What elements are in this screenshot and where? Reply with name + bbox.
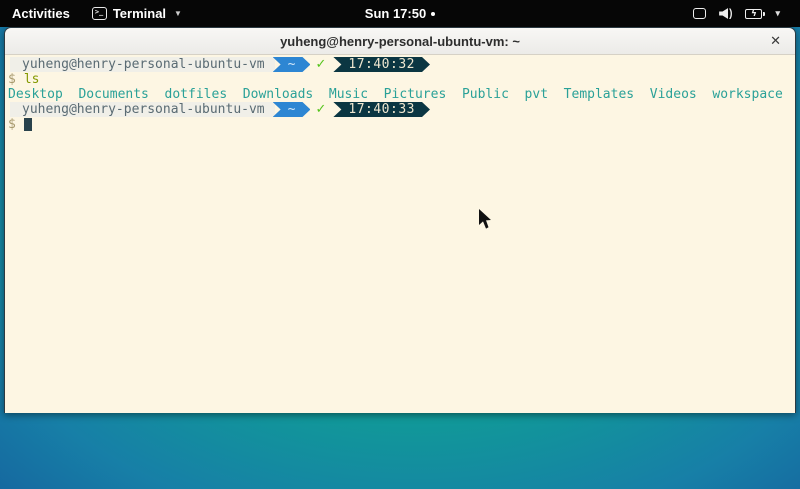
prompt-line: yuheng@henry-personal-ubuntu-vm ~ ✓ 17:4…: [5, 102, 795, 117]
terminal-window: yuheng@henry-personal-ubuntu-vm: ~ ✕ yuh…: [4, 27, 796, 413]
speaker-wave-icon: ): [729, 7, 732, 19]
directory-name: dotfiles: [165, 87, 228, 102]
directory-name: pvt: [525, 87, 548, 102]
chevron-down-icon: ▼: [174, 9, 182, 18]
directory-name: Downloads: [243, 87, 313, 102]
command-line-active[interactable]: $: [5, 117, 795, 132]
volume-icon: ): [719, 8, 732, 19]
prompt-cwd-segment: ~: [273, 102, 311, 117]
prompt-status-check-icon: ✓: [310, 102, 333, 117]
prompt-line: yuheng@henry-personal-ubuntu-vm ~ ✓ 17:4…: [5, 57, 795, 72]
directory-name: Videos: [650, 87, 697, 102]
directory-name: Templates: [564, 87, 634, 102]
top-bar-left: Activities >_ Terminal ▼: [0, 0, 192, 27]
directory-name: workspace: [712, 87, 782, 102]
terminal-icon: >_: [92, 7, 107, 20]
terminal-content[interactable]: yuheng@henry-personal-ubuntu-vm ~ ✓ 17:4…: [5, 55, 795, 413]
command-line: $ ls: [5, 72, 795, 87]
prompt-dollar: $: [8, 72, 16, 87]
app-menu-terminal[interactable]: >_ Terminal ▼: [82, 0, 192, 27]
notification-dot-icon: [431, 12, 435, 16]
directory-name: Pictures: [384, 87, 447, 102]
close-button[interactable]: ✕: [770, 28, 781, 54]
directory-name: Music: [329, 87, 368, 102]
directory-name: Public: [462, 87, 509, 102]
activities-button[interactable]: Activities: [0, 0, 82, 27]
prompt-user-host: yuheng@henry-personal-ubuntu-vm: [10, 102, 275, 117]
lightning-bolt-icon: ϟ: [751, 10, 757, 18]
top-bar: Activities >_ Terminal ▼ Sun 17:50 ) ϟ ▾: [0, 0, 800, 27]
display-icon: [693, 8, 706, 19]
prompt-time-segment: 17:40:32: [333, 57, 430, 72]
prompt-dollar: $: [8, 117, 16, 132]
clock-button[interactable]: Sun 17:50: [365, 6, 435, 21]
window-titlebar[interactable]: yuheng@henry-personal-ubuntu-vm: ~ ✕: [5, 28, 795, 55]
system-menu-chevron-icon: ▾: [775, 8, 780, 19]
window-title: yuheng@henry-personal-ubuntu-vm: ~: [280, 34, 520, 49]
prompt-status-check-icon: ✓: [310, 57, 333, 72]
prompt-cwd-segment: ~: [273, 57, 311, 72]
app-menu-label: Terminal: [113, 6, 166, 21]
prompt-user-host: yuheng@henry-personal-ubuntu-vm: [10, 57, 275, 72]
speaker-icon: [719, 8, 728, 19]
system-status-area[interactable]: ) ϟ ▾: [693, 0, 800, 27]
prompt-time-segment: 17:40:33: [333, 102, 430, 117]
ls-output-row: Desktop Documents dotfiles Downloads Mus…: [5, 87, 795, 102]
clock-label: Sun 17:50: [365, 6, 426, 21]
terminal-cursor: [24, 118, 32, 131]
directory-name: Desktop: [8, 87, 63, 102]
directory-name: Documents: [78, 87, 148, 102]
command-text: ls: [24, 72, 40, 87]
battery-charging-icon: ϟ: [745, 9, 762, 19]
